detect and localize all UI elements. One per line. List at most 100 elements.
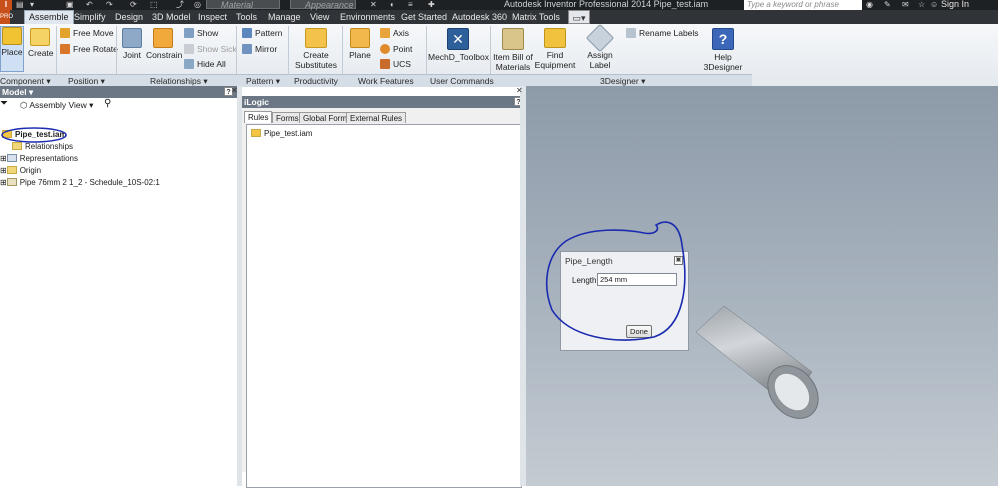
- create-substitutes-button[interactable]: Create Substitutes: [294, 28, 338, 70]
- show-sick-button[interactable]: Show Sick: [184, 44, 237, 55]
- joint-label: Joint: [123, 50, 141, 60]
- expand-icon[interactable]: ⊞: [0, 166, 7, 175]
- tab-external-rules[interactable]: External Rules: [346, 112, 407, 123]
- save-icon[interactable]: ▣: [66, 0, 74, 10]
- add-icon[interactable]: ✚: [428, 0, 435, 10]
- tab-environments[interactable]: Environments: [340, 10, 395, 24]
- adjust-icon[interactable]: ◐: [390, 0, 395, 10]
- undo-icon[interactable]: ↶: [86, 0, 93, 10]
- quick-access-new-icon[interactable]: ▤: [16, 0, 24, 10]
- redo-icon[interactable]: ↷: [106, 0, 113, 10]
- pattern-button[interactable]: Pattern: [242, 28, 282, 39]
- tree-item-pipe[interactable]: ⊞ Pipe 76mm 2 1_2 - Schedule_10S-02:1: [0, 178, 160, 188]
- title-bar: I ▤ ▾ ▣ ↶ ↷ ⟳ ⬚ ⤴ ◎ Material Appearance …: [0, 0, 998, 10]
- hide-all-button[interactable]: Hide All: [184, 59, 226, 70]
- find-icon[interactable]: ⚲: [104, 98, 111, 110]
- select-icon[interactable]: ⬚: [150, 0, 158, 10]
- update-icon[interactable]: ⟳: [130, 0, 137, 10]
- filter-icon[interactable]: ⏷: [0, 98, 8, 110]
- hide-all-icon: [184, 59, 194, 69]
- group-pattern[interactable]: Pattern ▾: [246, 75, 280, 87]
- item-bill-of-materials-button[interactable]: Item Bill of Materials: [492, 28, 534, 72]
- axis-button[interactable]: Axis: [380, 28, 409, 39]
- sign-in-link[interactable]: Sign In: [941, 0, 969, 10]
- constrain-label: Constrain: [146, 50, 183, 60]
- create-icon: [30, 28, 50, 46]
- tab-simplify[interactable]: Simplify: [74, 10, 106, 24]
- constrain-button[interactable]: Constrain: [146, 28, 183, 60]
- search-input[interactable]: Type a keyword or phrase: [744, 0, 862, 10]
- mechd-toolbox-button[interactable]: ✕ MechD_Toolbox: [428, 28, 489, 62]
- favorites-icon[interactable]: ☆: [918, 0, 925, 10]
- assembly-view-dropdown[interactable]: ⬡ Assembly View ▾: [20, 99, 93, 111]
- mirror-button[interactable]: Mirror: [242, 44, 277, 55]
- tab-tools[interactable]: Tools: [236, 10, 257, 24]
- free-rotate-icon: [60, 44, 70, 54]
- rules-list-item[interactable]: Pipe_test.iam: [251, 129, 312, 139]
- tab-view[interactable]: View: [310, 10, 329, 24]
- return-icon[interactable]: ⤴: [176, 0, 184, 10]
- tab-3d-model[interactable]: 3D Model: [152, 10, 191, 24]
- ilogic-panel: Rules Forms Global Forms External Rules …: [242, 108, 525, 496]
- model-panel-header[interactable]: Model ▾ ?: [0, 86, 237, 98]
- free-rotate-button[interactable]: Free Rotate: [60, 44, 118, 55]
- tab-get-started[interactable]: Get Started: [401, 10, 447, 24]
- find-equipment-button[interactable]: Find Equipment: [534, 28, 576, 70]
- pro-badge: PRO: [0, 10, 13, 24]
- appearance-dropdown[interactable]: Appearance: [290, 0, 356, 10]
- help-3designer-button[interactable]: ? Help 3Designer: [694, 28, 752, 72]
- quick-access-open-icon[interactable]: ▾: [30, 0, 34, 10]
- group-user-commands: User Commands: [430, 76, 494, 86]
- free-move-button[interactable]: Free Move: [60, 28, 114, 39]
- assign-label-label: Assign Label: [587, 50, 613, 70]
- assign-label-button[interactable]: Assign Label: [576, 23, 624, 70]
- plane-button[interactable]: Plane: [348, 28, 372, 60]
- axis-icon: [380, 28, 390, 38]
- point-icon: [380, 44, 390, 54]
- show-button[interactable]: Show: [184, 28, 218, 39]
- point-button[interactable]: Point: [380, 44, 412, 55]
- ribbon-options-icon[interactable]: ▭▾: [568, 10, 590, 24]
- binoculars-icon[interactable]: ◉: [866, 0, 873, 10]
- rename-labels-button[interactable]: Rename Labels: [626, 28, 699, 39]
- tab-matrix-tools[interactable]: Matrix Tools: [512, 10, 560, 24]
- handwritten-circle-annotation: [1, 127, 67, 143]
- find-equipment-label-1: Find: [546, 50, 564, 60]
- item-bill-label-2: Materials: [495, 62, 531, 72]
- tab-design[interactable]: Design: [115, 10, 143, 24]
- color-override-icon[interactable]: ◎: [194, 0, 201, 10]
- communication-icon[interactable]: ✉: [902, 0, 909, 10]
- assembly-view-label: Assembly View: [29, 100, 87, 110]
- ucs-label: UCS: [393, 59, 411, 69]
- tab-inspect[interactable]: Inspect: [198, 10, 227, 24]
- close-ilogic-icon[interactable]: ✕: [516, 86, 523, 95]
- ucs-button[interactable]: UCS: [380, 59, 411, 70]
- part-icon: [6, 178, 17, 186]
- place-button[interactable]: Place: [0, 26, 24, 72]
- subscription-icon[interactable]: ✎: [884, 0, 891, 10]
- group-component-label: Component: [0, 76, 44, 86]
- tree-item-origin[interactable]: ⊞ Origin: [0, 166, 41, 176]
- tab-rules[interactable]: Rules: [244, 111, 273, 123]
- line-weight-icon[interactable]: ≡: [408, 0, 413, 10]
- group-pattern-label: Pattern: [246, 76, 274, 86]
- app-logo-icon[interactable]: I: [0, 0, 12, 10]
- rename-labels-icon: [626, 28, 636, 38]
- joint-button[interactable]: Joint: [120, 28, 144, 60]
- mirror-icon: [242, 44, 252, 54]
- expand-icon[interactable]: ⊞: [0, 178, 7, 187]
- plane-icon: [350, 28, 370, 48]
- tab-assemble[interactable]: Assemble: [24, 10, 74, 24]
- tab-manage[interactable]: Manage: [268, 10, 301, 24]
- create-button[interactable]: Create: [28, 28, 54, 58]
- group-productivity: Productivity: [294, 76, 338, 86]
- model-panel-title: Model: [2, 87, 27, 97]
- user-icon[interactable]: ☺: [930, 0, 938, 10]
- close-panel-icon[interactable]: ✕: [231, 86, 238, 95]
- expand-icon[interactable]: ⊞: [0, 154, 7, 163]
- show-label: Show: [197, 28, 219, 38]
- tab-autodesk-360[interactable]: Autodesk 360: [452, 10, 507, 24]
- tree-item-representations[interactable]: ⊞ Representations: [0, 154, 78, 164]
- material-dropdown[interactable]: Material: [206, 0, 280, 10]
- clear-appearance-icon[interactable]: ✕: [370, 0, 377, 10]
